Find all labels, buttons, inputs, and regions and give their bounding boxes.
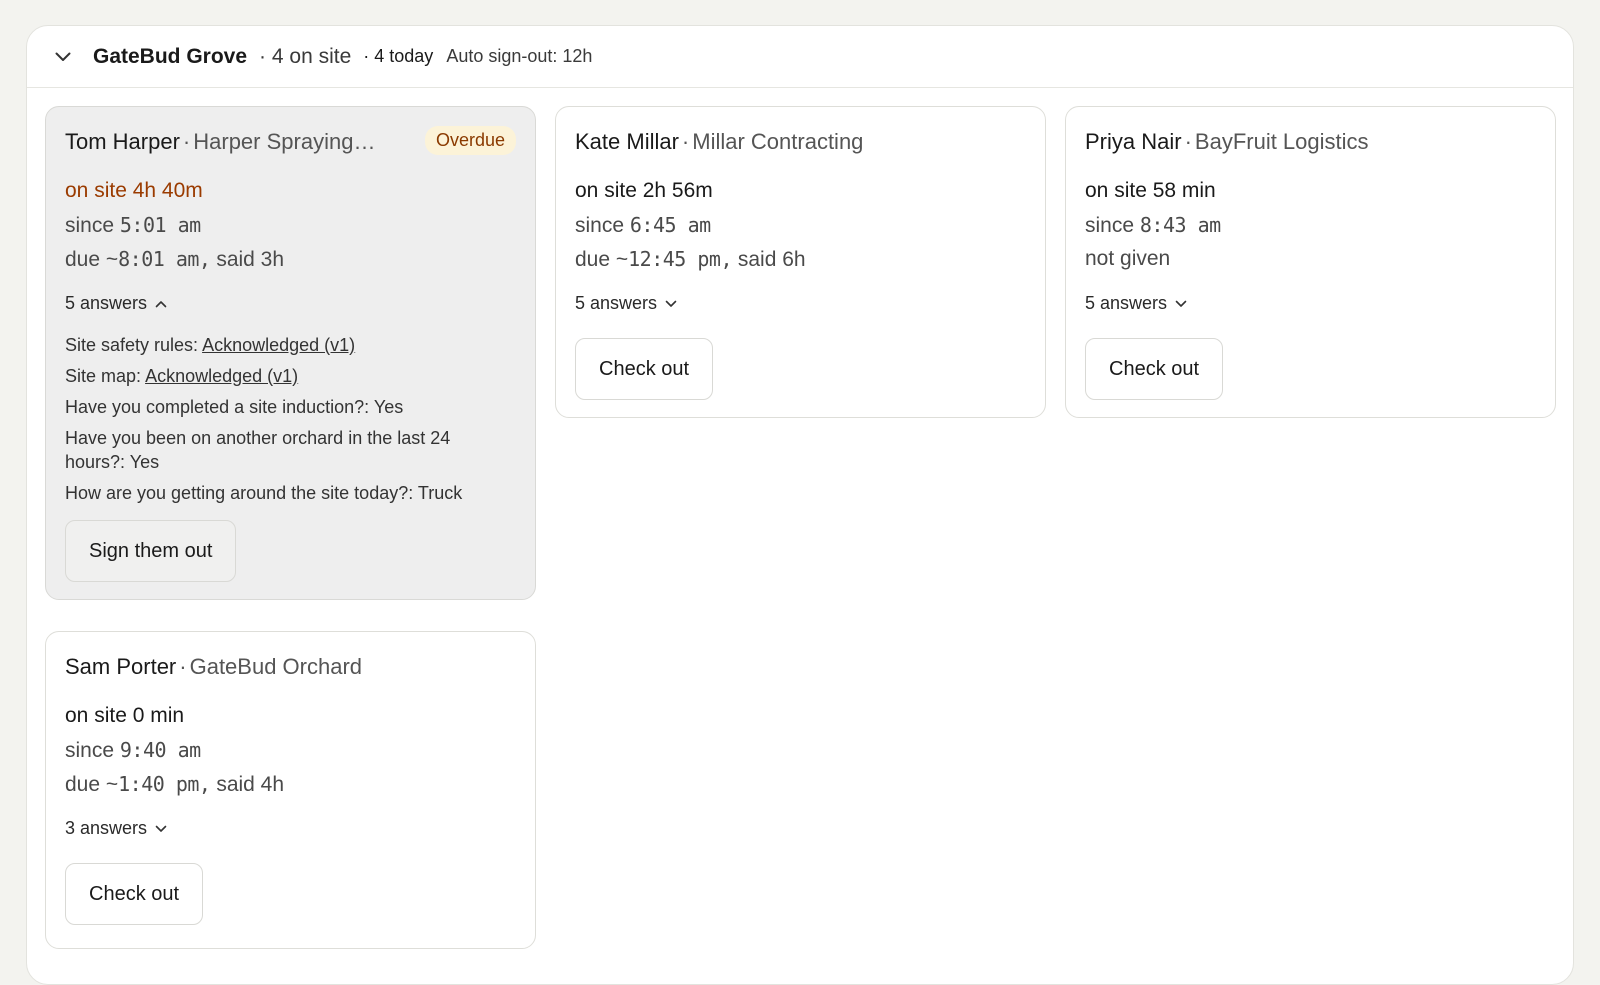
title-separator: · [681, 129, 690, 154]
answers-count: 3 answers [65, 818, 148, 838]
answers-toggle[interactable]: 5 answers [1085, 293, 1187, 314]
due-time-value: 8:01 am, [118, 247, 211, 271]
answers-list: Site safety rules: Acknowledged (v1) Sit… [65, 333, 505, 512]
chevron-down-icon [1175, 300, 1187, 307]
answer-item: Site safety rules: Acknowledged (v1) [65, 333, 505, 357]
due-prefix: due ~ [575, 248, 629, 271]
since-time-value: 8:43 am [1139, 213, 1221, 237]
auto-signout-setting: Auto sign-out: 12h [446, 46, 593, 66]
visitor-org: Harper Spraying… [193, 129, 376, 154]
answers-toggle[interactable]: 3 answers [65, 818, 167, 839]
since-time: since 6:45 am [575, 213, 711, 238]
site-name: GateBud Grove [93, 44, 248, 68]
since-time-value: 6:45 am [629, 213, 711, 237]
visitor-card-tom-harper: Tom Harper · Harper Spraying… Overdue on s… [45, 106, 536, 600]
visitor-name: Sam Porter [65, 654, 177, 679]
answer-question: Site map: [65, 366, 142, 386]
due-said: said 4h [216, 773, 285, 796]
since-time: since 9:40 am [65, 738, 201, 763]
today-count: · 4 today [363, 46, 434, 66]
due-prefix: due ~ [65, 248, 119, 271]
on-site-count: · 4 on site [259, 44, 352, 68]
visitor-card-kate-millar: Kate Millar · Millar Contracting on site 2… [555, 106, 1046, 418]
due-time-value: 1:40 pm, [118, 772, 211, 796]
answer-value: Yes [373, 397, 404, 417]
answers-count: 5 answers [65, 293, 148, 313]
answer-question: Have you completed a site induction?: [65, 397, 370, 417]
on-site-duration: on site 2h 56m [575, 179, 713, 202]
answer-item: How are you getting around the site toda… [65, 481, 505, 505]
answers-count: 5 answers [1085, 293, 1168, 313]
due-time-value: 12:45 pm, [628, 247, 733, 271]
answer-value: Truck [417, 483, 463, 503]
visitor-title: Sam Porter · GateBud Orchard [65, 654, 362, 680]
title-separator: · [182, 129, 191, 154]
answer-question: Site safety rules: [65, 335, 199, 355]
sign-them-out-button[interactable]: Sign them out [65, 520, 237, 582]
visitor-title: Kate Millar · Millar Contracting [575, 129, 863, 155]
title-separator: · [179, 654, 187, 679]
answers-toggle[interactable]: 5 answers [575, 293, 677, 314]
since-time: since 5:01 am [65, 213, 201, 238]
answer-link[interactable]: Acknowledged (v1) [202, 335, 355, 355]
on-site-duration: on site 4h 40m [65, 179, 203, 202]
visitor-title: Priya Nair · BayFruit Logistics [1085, 129, 1369, 155]
due-time: not given [1085, 247, 1171, 270]
answer-question: How are you getting around the site toda… [65, 483, 414, 503]
check-out-button[interactable]: Check out [1085, 338, 1224, 400]
visitor-org: BayFruit Logistics [1194, 129, 1369, 154]
answer-item: Have you been on another orchard in the … [65, 426, 505, 474]
check-out-button[interactable]: Check out [65, 863, 204, 925]
visitor-title: Tom Harper · Harper Spraying… [65, 129, 375, 155]
answers-count: 5 answers [575, 293, 658, 313]
visitor-name: Priya Nair [1085, 129, 1182, 154]
chevron-down-icon [665, 300, 677, 307]
visitor-org: GateBud Orchard [189, 654, 363, 679]
due-time: due ~12:45 pm, said 6h [575, 247, 806, 272]
answer-value: Yes [129, 452, 160, 472]
since-prefix: since [575, 214, 625, 237]
answers-toggle[interactable]: 5 answers [65, 293, 167, 314]
visitor-name: Tom Harper [65, 129, 180, 154]
due-time: due ~1:40 pm, said 4h [65, 772, 284, 797]
visitor-name: Kate Millar [575, 129, 679, 154]
due-prefix: due ~ [65, 773, 119, 796]
site-header: GateBud Grove · 4 on site · 4 today Auto… [27, 26, 1573, 88]
since-prefix: since [65, 739, 115, 762]
on-site-duration: on site 58 min [1085, 179, 1216, 202]
since-prefix: since [65, 214, 115, 237]
chevron-up-icon [155, 300, 167, 307]
since-time-value: 9:40 am [119, 738, 201, 762]
title-separator: · [1184, 129, 1192, 154]
visitor-card-sam-porter: Sam Porter · GateBud Orchard on site 0 min… [45, 631, 536, 949]
chevron-down-icon[interactable] [52, 46, 74, 68]
visitor-org: Millar Contracting [692, 129, 864, 154]
due-said: said 3h [216, 248, 285, 271]
visitor-card-priya-nair: Priya Nair · BayFruit Logistics on site 58… [1065, 106, 1556, 418]
answer-link[interactable]: Acknowledged (v1) [145, 366, 298, 386]
since-prefix: since [1085, 214, 1135, 237]
since-time: since 8:43 am [1085, 213, 1221, 238]
answer-item: Site map: Acknowledged (v1) [65, 364, 505, 388]
overdue-badge: Overdue [424, 126, 516, 155]
answer-question: Have you been on another orchard in the … [65, 428, 451, 472]
due-time: due ~8:01 am, said 3h [65, 247, 284, 272]
on-site-duration: on site 0 min [65, 704, 185, 727]
chevron-down-icon [155, 825, 167, 832]
due-said: said 6h [737, 248, 806, 271]
answer-item: Have you completed a site induction?: Ye… [65, 395, 505, 419]
check-out-button[interactable]: Check out [575, 338, 714, 400]
since-time-value: 5:01 am [119, 213, 201, 237]
